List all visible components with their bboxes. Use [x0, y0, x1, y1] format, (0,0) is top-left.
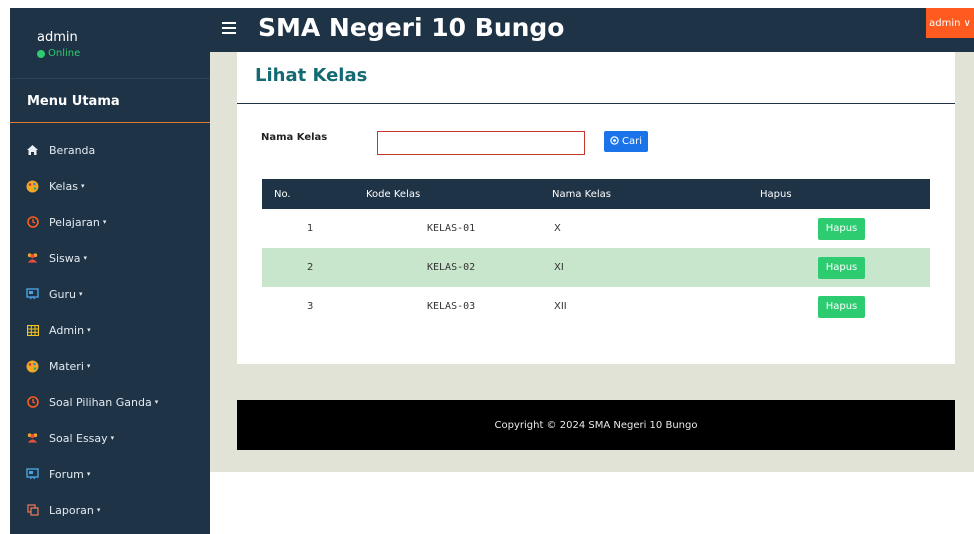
- caret-down-icon: ▾: [154, 398, 159, 406]
- cell-nama-kelas: XII: [554, 301, 567, 312]
- cell-hapus: Hapus: [760, 217, 930, 240]
- menu-toggle-icon[interactable]: [222, 22, 236, 34]
- sidebar-item-forum[interactable]: Forum ▾: [10, 456, 210, 492]
- cell-hapus: Hapus: [760, 295, 930, 318]
- sidebar-item-label: Pelajaran: [49, 215, 100, 229]
- presentation-icon: [26, 288, 39, 301]
- sidebar-item-beranda[interactable]: Beranda: [10, 132, 210, 168]
- cell-kode-kelas: KELAS-02: [427, 262, 476, 273]
- sidebar-item-siswa[interactable]: Siswa ▾: [10, 240, 210, 276]
- cell-no: 2: [307, 262, 314, 273]
- users-icon: [26, 252, 39, 265]
- user-status-label: Online: [48, 48, 81, 59]
- header-no: No.: [274, 188, 291, 200]
- clock-icon: [26, 396, 39, 409]
- sidebar-item-label: Laporan: [49, 503, 94, 517]
- menu-header: Menu Utama: [10, 78, 210, 123]
- kelas-table: No. Kode Kelas Nama Kelas Hapus 1 KELAS-…: [262, 179, 930, 326]
- caret-down-icon: ▾: [87, 326, 91, 334]
- nama-kelas-label: Nama Kelas: [261, 132, 328, 143]
- title-divider: [237, 103, 955, 104]
- sidebar-item-pelajaran[interactable]: Pelajaran ▾: [10, 204, 210, 240]
- sidebar-item-label: Admin: [49, 323, 85, 337]
- palette-icon: [26, 360, 39, 373]
- sidebar-item-admin[interactable]: Admin ▾: [10, 312, 210, 348]
- page-title: Lihat Kelas: [255, 65, 368, 86]
- caret-down-icon: ▾: [86, 470, 91, 478]
- sidebar-item-laporan[interactable]: Laporan ▾: [10, 492, 210, 528]
- search-circle-icon: [610, 135, 619, 148]
- header-kode-kelas: Kode Kelas: [366, 188, 421, 200]
- sidebar-item-materi[interactable]: Materi ▾: [10, 348, 210, 384]
- caret-down-icon: ▾: [83, 254, 88, 262]
- table-icon: [26, 324, 39, 337]
- online-dot-icon: [37, 49, 45, 58]
- user-name: admin: [37, 30, 78, 45]
- sidebar-item-guru[interactable]: Guru ▾: [10, 276, 210, 312]
- sidebar-item-soal-pilihan-ganda[interactable]: Soal Pilihan Ganda ▾: [10, 384, 210, 420]
- caret-down-icon: ▾: [80, 182, 85, 190]
- palette-icon: [26, 180, 39, 193]
- sidebar-item-label: Soal Essay: [49, 431, 108, 445]
- sidebar-item-label: Materi: [49, 359, 84, 373]
- sidebar: admin Online Menu Utama Beranda Kelas ▾: [10, 8, 210, 534]
- sidebar-item-label: Forum: [49, 467, 84, 481]
- sidebar-item-label: Kelas: [49, 179, 78, 193]
- delete-button[interactable]: Hapus: [818, 295, 865, 318]
- search-button[interactable]: Cari: [604, 131, 648, 152]
- sidebar-item-kelas[interactable]: Kelas ▾: [10, 168, 210, 204]
- sidebar-item-label: Siswa: [49, 251, 81, 265]
- table-row: 2 KELAS-02 XI Hapus: [262, 248, 930, 287]
- table-row: 3 KELAS-03 XII Hapus: [262, 287, 930, 326]
- chevron-down-icon: ∨: [963, 17, 971, 29]
- cell-kode-kelas: KELAS-01: [427, 223, 476, 234]
- presentation-icon: [26, 468, 39, 481]
- cell-no: 3: [307, 301, 314, 312]
- table-row: 1 KELAS-01 X Hapus: [262, 209, 930, 248]
- users-icon: [26, 432, 39, 445]
- delete-button[interactable]: Hapus: [818, 256, 865, 279]
- user-status: Online: [37, 48, 80, 59]
- header-nama-kelas: Nama Kelas: [552, 188, 611, 200]
- copy-icon: [26, 504, 39, 517]
- caret-down-icon: ▾: [96, 506, 101, 514]
- home-icon: [26, 144, 39, 157]
- sidebar-item-soal-essay[interactable]: Soal Essay ▾: [10, 420, 210, 456]
- copyright-text: Copyright © 2024 SMA Negeri 10 Bungo: [494, 419, 698, 431]
- user-menu-button[interactable]: admin ∨: [926, 8, 974, 38]
- caret-down-icon: ▾: [102, 218, 107, 226]
- top-header: SMA Negeri 10 Bungo admin ∨: [210, 8, 974, 52]
- table-header: No. Kode Kelas Nama Kelas Hapus: [262, 179, 930, 209]
- menu-title: Menu Utama: [27, 94, 120, 109]
- caret-down-icon: ▾: [86, 362, 91, 370]
- sidebar-item-label: Soal Pilihan Ganda: [49, 395, 152, 409]
- nama-kelas-input[interactable]: [377, 131, 585, 155]
- sidebar-nav: Beranda Kelas ▾ Pelajaran ▾ Siswa ▾ Guru…: [10, 132, 210, 528]
- app-root: admin Online Menu Utama Beranda Kelas ▾: [0, 0, 974, 534]
- cell-kode-kelas: KELAS-03: [427, 301, 476, 312]
- cell-nama-kelas: X: [554, 223, 561, 234]
- caret-down-icon: ▾: [110, 434, 115, 442]
- footer: Copyright © 2024 SMA Negeri 10 Bungo: [237, 400, 955, 450]
- content-card: Lihat Kelas Nama Kelas Cari No. Kode Kel…: [237, 52, 955, 364]
- sidebar-item-label: Beranda: [49, 143, 96, 157]
- search-button-label: Cari: [622, 136, 642, 147]
- cell-no: 1: [307, 223, 314, 234]
- site-title: SMA Negeri 10 Bungo: [258, 13, 565, 42]
- caret-down-icon: ▾: [79, 290, 83, 298]
- delete-button[interactable]: Hapus: [818, 217, 865, 240]
- header-hapus: Hapus: [760, 188, 792, 200]
- user-menu-label: admin: [929, 17, 961, 29]
- sidebar-item-label: Guru: [49, 287, 76, 301]
- cell-nama-kelas: XI: [554, 262, 564, 273]
- clock-icon: [26, 216, 39, 229]
- cell-hapus: Hapus: [760, 256, 930, 279]
